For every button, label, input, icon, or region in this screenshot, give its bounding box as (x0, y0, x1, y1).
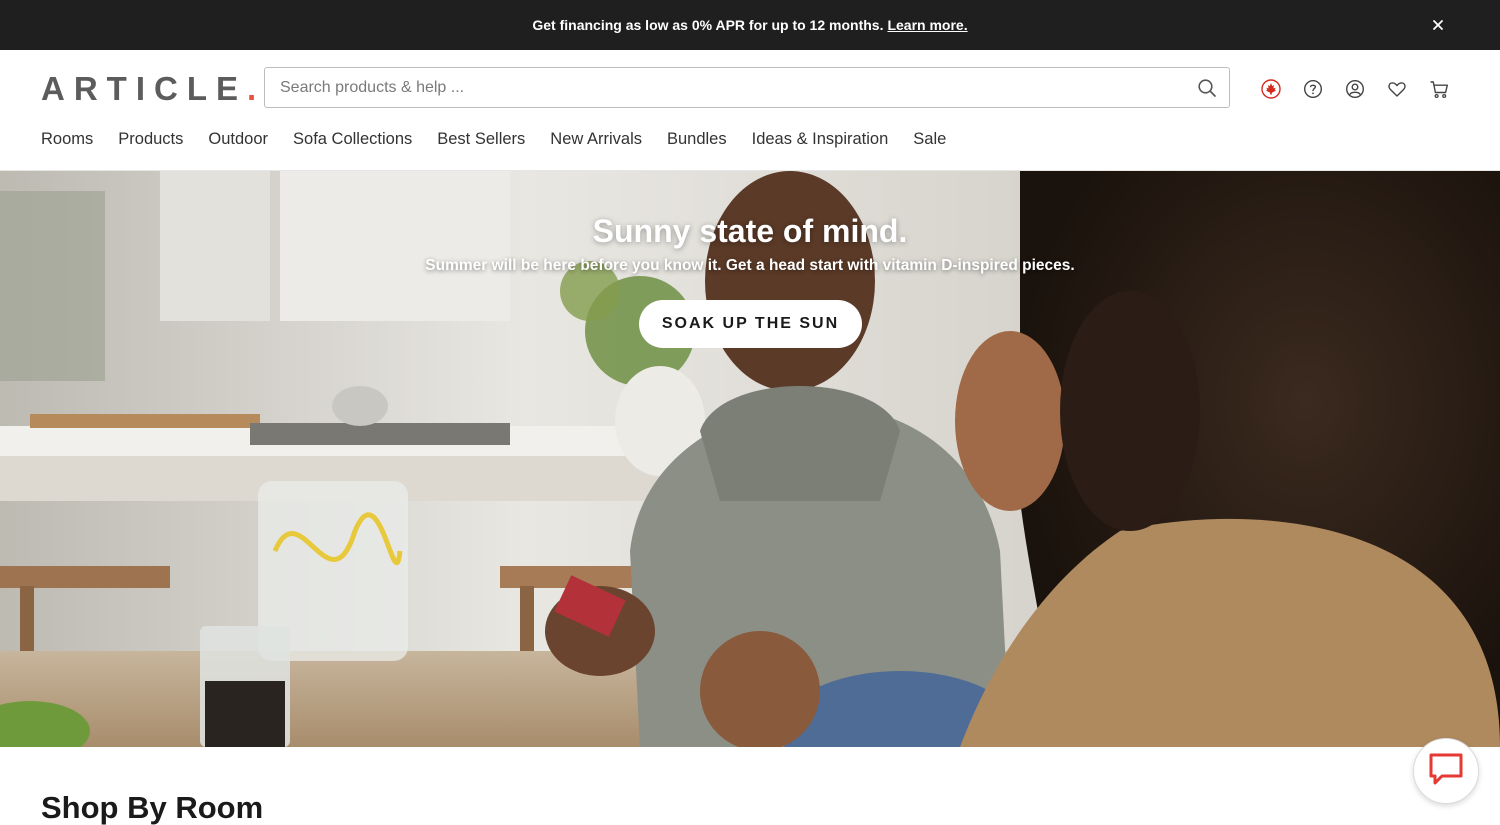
nav-item-new-arrivals[interactable]: New Arrivals (550, 130, 642, 149)
promo-text: Get financing as low as 0% APR for up to… (532, 17, 884, 33)
close-icon[interactable] (1428, 15, 1448, 35)
account-icon[interactable] (1344, 78, 1366, 100)
nav-item-sofa-collections[interactable]: Sofa Collections (293, 130, 412, 149)
logo-dot: . (247, 70, 257, 107)
nav-item-rooms[interactable]: Rooms (41, 130, 93, 149)
nav-item-products[interactable]: Products (118, 130, 183, 149)
logo-text: ARTICLE (41, 70, 247, 107)
promo-banner: Get financing as low as 0% APR for up to… (0, 0, 1500, 50)
help-icon[interactable] (1302, 78, 1324, 100)
hero-subtitle: Summer will be here before you know it. … (425, 257, 1075, 274)
nav-item-best-sellers[interactable]: Best Sellers (437, 130, 525, 149)
nav-item-bundles[interactable]: Bundles (667, 130, 727, 149)
cart-icon[interactable] (1428, 78, 1450, 100)
hero-title: Sunny state of mind. (592, 213, 908, 249)
search-icon[interactable] (1197, 78, 1217, 98)
search-input[interactable] (265, 68, 1165, 107)
search-bar (264, 67, 1230, 108)
nav-item-outdoor[interactable]: Outdoor (208, 130, 268, 149)
shop-by-room-heading: Shop By Room (41, 790, 264, 825)
soak-up-the-sun-button[interactable]: SOAK UP THE SUN (639, 300, 862, 348)
canada-flag-icon[interactable] (1260, 78, 1282, 100)
learn-more-link[interactable]: Learn more. (887, 17, 967, 33)
chat-icon (1428, 751, 1464, 792)
site-header: ARTICLE. Rooms Products Outdoor Sofa Col… (0, 50, 1500, 171)
article-logo[interactable]: ARTICLE. (41, 70, 256, 108)
nav-item-ideas-inspiration[interactable]: Ideas & Inspiration (752, 130, 889, 149)
hero-banner[interactable]: Sunny state of mind. Summer will be here… (0, 171, 1500, 747)
nav-item-sale[interactable]: Sale (913, 130, 946, 149)
main-nav: Rooms Products Outdoor Sofa Collections … (41, 130, 971, 149)
heart-icon[interactable] (1386, 78, 1408, 100)
chat-button[interactable] (1413, 738, 1479, 804)
